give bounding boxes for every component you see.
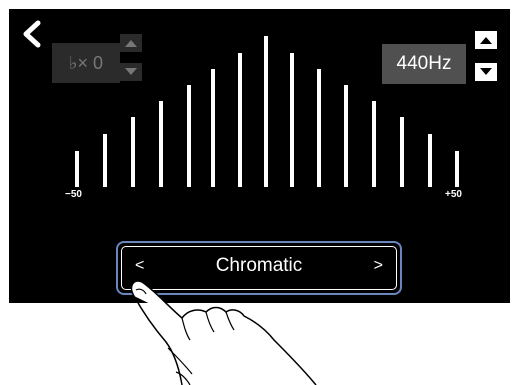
pointing-hand-illustration bbox=[130, 280, 317, 385]
meter-bar bbox=[238, 53, 242, 187]
meter-bar bbox=[428, 134, 432, 187]
meter-bar bbox=[344, 85, 348, 187]
tuning-meter bbox=[75, 36, 459, 187]
meter-bar bbox=[400, 117, 404, 187]
meter-bar bbox=[159, 101, 163, 187]
meter-bar bbox=[455, 151, 459, 187]
tuner-screen: ♭× 0 440Hz −50 +50 < Chromatic > bbox=[9, 9, 510, 303]
scale-max-label: +50 bbox=[445, 189, 462, 200]
meter-bar bbox=[103, 134, 107, 187]
scale-min-label: −50 bbox=[65, 189, 82, 200]
meter-bar bbox=[75, 151, 79, 187]
meter-bar-center bbox=[264, 36, 268, 187]
meter-bar bbox=[187, 85, 191, 187]
meter-bar bbox=[372, 101, 376, 187]
mode-next-button[interactable]: > bbox=[374, 257, 383, 275]
meter-bar bbox=[290, 53, 294, 187]
meter-bar bbox=[317, 69, 321, 187]
meter-bar bbox=[211, 69, 215, 187]
meter-bar bbox=[131, 117, 135, 187]
